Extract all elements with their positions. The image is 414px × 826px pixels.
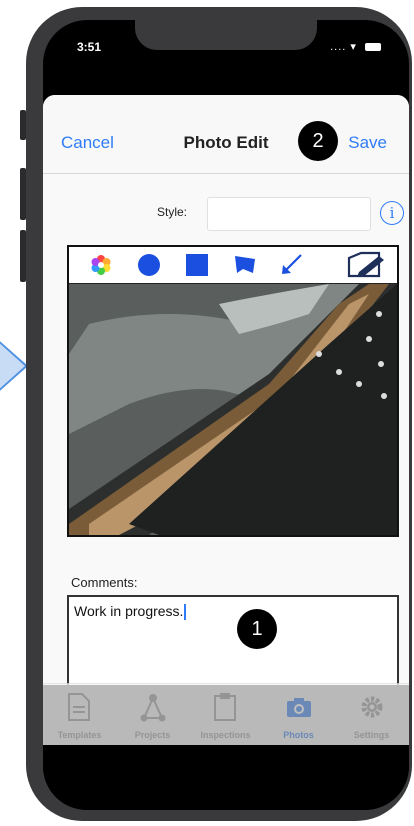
mute-switch [20,110,26,140]
arrow-tool-icon[interactable] [279,253,303,277]
color-wheel-icon[interactable] [89,253,113,277]
volume-down-button [20,230,26,282]
step-badge-comment: 1 [237,609,277,649]
signal-icon: .... [330,41,347,53]
tab-photos[interactable]: Photos [262,684,335,746]
battery-icon [365,43,381,52]
style-label: Style: [157,205,188,219]
tab-inspections[interactable]: Inspections [189,684,262,746]
comments-value: Work in progress. [74,603,184,619]
photo-editor [67,245,399,537]
tab-templates[interactable]: Templates [43,684,116,746]
tab-label: Inspections [200,730,251,740]
roof-photo [69,284,397,535]
camera-icon [287,698,311,717]
step-badge-save: 2 [298,121,338,161]
text-caret [184,604,187,621]
edit-icon[interactable] [341,250,387,280]
tab-label: Projects [134,730,171,740]
tab-bar: Templates Projects Inspections Photos Se… [43,683,409,746]
notch [135,20,317,50]
tab-projects[interactable]: Projects [116,684,189,746]
tab-settings[interactable]: Settings [335,684,408,746]
status-icons: .... ▾ [330,40,381,53]
nav-bar: Cancel Photo Edit Save [43,95,409,174]
tab-label: Templates [57,730,102,740]
save-button[interactable]: Save [348,133,387,153]
photo-edit-sheet: Cancel Photo Edit Save 2 Style: i Commen… [43,95,409,685]
square-tool-icon[interactable] [185,253,209,277]
gear-icon [361,696,383,718]
drawing-toolbar [69,247,397,284]
document-icon [68,693,90,721]
callout-arrow [0,336,28,396]
clipboard-icon [214,693,236,721]
freeform-shape-icon[interactable] [233,253,257,277]
volume-up-button [20,168,26,220]
comments-value-wrapper: Work in progress. [74,603,187,621]
status-time: 3:51 [77,40,102,54]
circle-tool-icon[interactable] [137,253,161,277]
comments-textarea[interactable]: Work in progress. 1 [67,595,399,685]
projects-icon [140,694,166,722]
tab-label: Photos [283,730,314,740]
comments-label: Comments: [71,575,138,590]
wifi-icon: ▾ [350,41,357,53]
phone-screen: 3:51 .... ▾ Cancel Photo Edit Save 2 Sty… [43,20,409,810]
home-indicator-area [43,745,409,810]
info-circle-icon[interactable]: i [380,201,404,225]
tab-label: Settings [353,730,390,740]
style-input[interactable] [207,197,371,231]
